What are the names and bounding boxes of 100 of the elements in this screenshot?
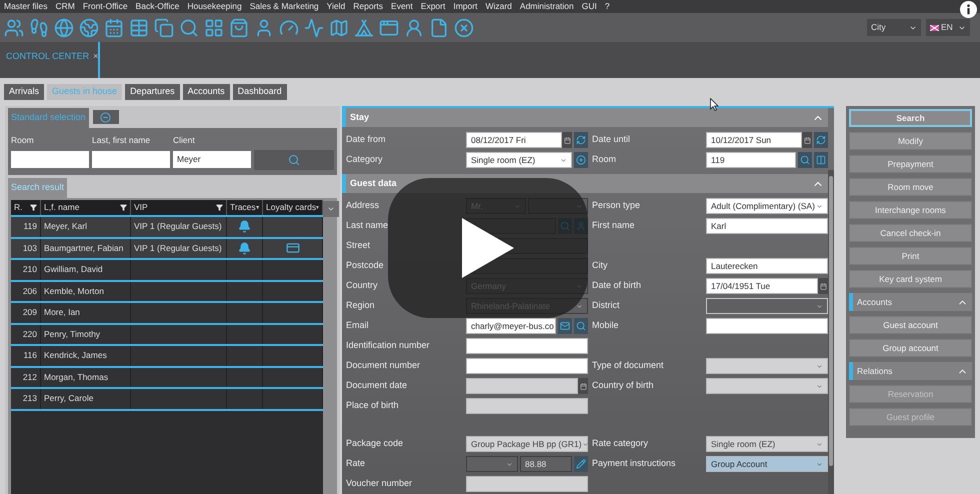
column-header[interactable]: Traces — [227, 200, 263, 215]
calendar-icon[interactable] — [104, 18, 124, 38]
input-field[interactable] — [706, 318, 828, 334]
input-field[interactable]: 88.88 — [520, 456, 572, 472]
filter-icon[interactable] — [316, 204, 319, 211]
caret-icon — [816, 382, 823, 390]
input-field[interactable]: 119 — [706, 152, 796, 168]
scrollbar[interactable] — [828, 170, 834, 494]
input-field[interactable]: Lauterecken — [706, 258, 828, 274]
tab[interactable]: Dashboard — [232, 84, 287, 100]
menu-item[interactable]: CRM — [55, 0, 75, 13]
table-row[interactable]: 116 Kendrick, James — [11, 346, 323, 368]
menu-item[interactable]: Export — [420, 0, 446, 13]
input-field[interactable] — [466, 358, 588, 374]
copy-icon[interactable] — [154, 18, 174, 38]
pencil-icon[interactable] — [574, 456, 588, 472]
table-row[interactable]: 119 Meyer, Karl VIP 1 (Regular Guests) — [11, 217, 323, 238]
window-icon[interactable] — [379, 18, 399, 38]
input-field[interactable] — [92, 150, 170, 168]
menu-item[interactable]: Import — [453, 0, 478, 13]
file-icon[interactable] — [429, 18, 449, 38]
gauge-icon[interactable] — [279, 18, 299, 38]
tab[interactable]: Accounts — [182, 84, 230, 100]
input-field[interactable] — [11, 150, 89, 168]
globe-icon[interactable] — [54, 18, 74, 38]
filter-icon[interactable] — [256, 204, 259, 211]
caret-icon — [816, 302, 823, 310]
play-icon — [462, 218, 514, 278]
search-icon[interactable] — [179, 18, 199, 38]
map-icon[interactable] — [329, 18, 349, 38]
table-row[interactable]: 213 Perry, Carole — [11, 389, 323, 410]
field-label: Type of document — [592, 359, 665, 372]
menu-item[interactable]: ? — [604, 0, 610, 13]
menu-item[interactable]: Administration — [520, 0, 574, 13]
dropdown-field[interactable]: Adult (Complimentary) (SA) — [706, 198, 828, 214]
people-icon[interactable] — [4, 18, 24, 38]
table-row[interactable]: 206 Kemble, Morton — [11, 282, 323, 303]
column-header[interactable]: VIP — [131, 200, 227, 215]
bag-icon[interactable] — [229, 18, 249, 38]
mail-icon[interactable] — [558, 318, 572, 334]
document-tab[interactable]: CONTROL CENTER × — [0, 42, 100, 78]
column-header[interactable]: L,f. name — [41, 200, 131, 215]
calendar-icon[interactable] — [818, 278, 828, 294]
search-icon[interactable] — [574, 318, 588, 334]
filter-icon[interactable] — [30, 204, 37, 211]
collapse-button[interactable] — [92, 110, 119, 124]
date-field[interactable]: 17/04/1951 Tue — [706, 278, 818, 294]
filter-icon[interactable] — [120, 204, 127, 211]
menu-item[interactable]: Yield — [326, 0, 346, 13]
input-field[interactable]: Karl — [706, 218, 828, 234]
input-field[interactable]: Meyer — [173, 150, 251, 168]
menu-item[interactable]: GUI — [582, 0, 597, 13]
close-circle-icon[interactable] — [454, 18, 474, 38]
table-row[interactable]: 210 Gwilliam, David — [11, 260, 323, 282]
dropdown-field[interactable]: Group Account — [706, 456, 828, 472]
menu-item[interactable]: Event — [391, 0, 413, 13]
user-icon[interactable] — [404, 18, 424, 38]
close-icon[interactable]: × — [93, 50, 98, 78]
search-icon[interactable] — [798, 152, 812, 168]
refresh-icon[interactable] — [574, 132, 588, 148]
earth-icon[interactable] — [79, 18, 99, 38]
table-row[interactable]: 212 Morgan, Thomas — [11, 368, 323, 389]
tab[interactable]: Arrivals — [4, 84, 44, 100]
date-field[interactable]: 10/12/2017 Sun — [706, 132, 802, 148]
chart-icon[interactable] — [304, 18, 324, 38]
input-field[interactable] — [466, 338, 588, 354]
tab[interactable]: Departures — [125, 84, 180, 100]
column-header[interactable]: R. — [11, 200, 41, 215]
field-label: Client — [173, 134, 196, 147]
table-icon[interactable] — [129, 18, 149, 38]
grid-icon[interactable] — [204, 18, 224, 38]
date-field[interactable]: 08/12/2017 Fri — [466, 132, 562, 148]
info-icon[interactable] — [960, 1, 977, 18]
input-field[interactable]: charly@meyer-bus.co — [466, 318, 556, 334]
plus-icon[interactable] — [574, 152, 588, 168]
menu-item[interactable]: Reports — [353, 0, 384, 13]
calendar-icon[interactable] — [562, 132, 572, 148]
menu-item[interactable]: Wizard — [485, 0, 512, 13]
dropdown-field[interactable]: Single room (EZ) — [466, 152, 572, 168]
table-row[interactable]: 220 Penry, Timothy — [11, 324, 323, 346]
city-dropdown[interactable]: City — [867, 19, 921, 36]
table-row[interactable]: 209 More, Ian — [11, 303, 323, 324]
tent-icon[interactable] — [354, 18, 374, 38]
table-cell: 209 — [11, 303, 41, 322]
refresh-icon[interactable] — [814, 132, 828, 148]
table-row[interactable]: 103 Baumgartner, Fabian VIP 1 (Regular Guests) — [11, 238, 323, 260]
calendar-icon[interactable] — [578, 378, 588, 394]
menu-item[interactable]: Back-Office — [136, 0, 180, 13]
language-dropdown[interactable]: EN — [926, 19, 970, 36]
table-cell: VIP 1 (Regular Guests) — [131, 238, 227, 258]
calendar-icon[interactable] — [802, 132, 812, 148]
table-cell: VIP 1 (Regular Guests) — [131, 217, 227, 236]
filter-icon[interactable] — [216, 204, 223, 211]
columns-icon[interactable] — [814, 152, 828, 168]
menu-item[interactable]: Sales & Marketing — [250, 0, 319, 13]
menu-item[interactable]: Housekeeping — [187, 0, 242, 13]
menu-item[interactable]: Master files — [4, 0, 48, 13]
dropdown-field[interactable] — [466, 456, 518, 472]
menu-item[interactable]: Front-Office — [82, 0, 128, 13]
footprints-icon[interactable] — [29, 18, 49, 38]
